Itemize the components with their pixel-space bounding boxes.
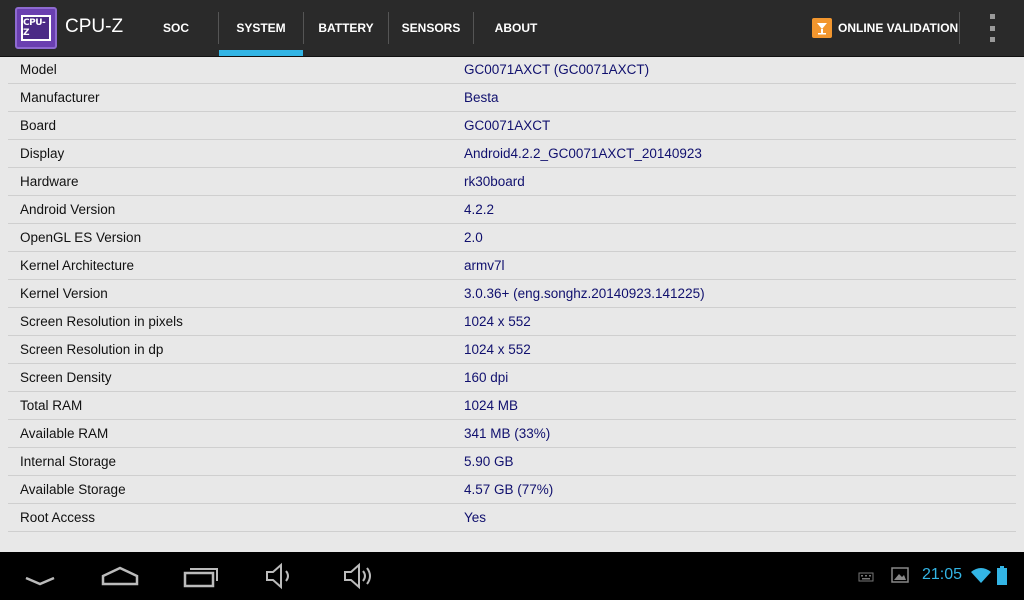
system-info-table: Model GC0071AXCT (GC0071AXCT) Manufacture… xyxy=(0,56,1024,532)
row-label: Internal Storage xyxy=(20,454,117,469)
row-label: Hardware xyxy=(20,174,79,189)
row-value: 5.90 GB xyxy=(464,454,514,469)
tab-soc[interactable]: SOC xyxy=(140,0,212,56)
app-title: CPU-Z xyxy=(65,16,124,37)
row-label: Kernel Version xyxy=(20,286,108,301)
table-row: Board GC0071AXCT xyxy=(8,112,1016,140)
row-value: 4.57 GB (77%) xyxy=(464,482,554,497)
row-value: GC0071AXCT (GC0071AXCT) xyxy=(464,62,650,77)
keyboard-icon xyxy=(858,568,874,582)
tab-battery[interactable]: BATTERY xyxy=(304,0,388,56)
row-value: Besta xyxy=(464,90,499,105)
table-row: Internal Storage 5.90 GB xyxy=(8,448,1016,476)
row-label: Model xyxy=(20,62,57,77)
battery-icon xyxy=(996,566,1008,586)
volume-up-icon[interactable] xyxy=(342,560,378,592)
table-row: Android Version 4.2.2 xyxy=(8,196,1016,224)
validation-icon xyxy=(812,18,832,38)
row-label: Kernel Architecture xyxy=(20,258,135,273)
cpu-z-logo-icon[interactable]: CPU-Z xyxy=(15,7,57,49)
row-value: GC0071AXCT xyxy=(464,118,551,133)
table-row: Available RAM 341 MB (33%) xyxy=(8,420,1016,448)
overflow-menu-icon[interactable] xyxy=(980,14,1004,42)
row-label: Available RAM xyxy=(20,426,109,441)
row-label: Available Storage xyxy=(20,482,126,497)
table-row: OpenGL ES Version 2.0 xyxy=(8,224,1016,252)
row-value: rk30board xyxy=(464,174,525,189)
row-value: Yes xyxy=(464,510,487,525)
row-value: Android4.2.2_GC0071AXCT_20140923 xyxy=(464,146,702,161)
table-row: Manufacturer Besta xyxy=(8,84,1016,112)
table-row: Display Android4.2.2_GC0071AXCT_20140923 xyxy=(8,140,1016,168)
row-value: 1024 x 552 xyxy=(464,314,531,329)
validation-label: ONLINE VALIDATION xyxy=(838,21,959,35)
row-label: Screen Resolution in pixels xyxy=(20,314,183,329)
row-value: 3.0.36+ (eng.songhz.20140923.141225) xyxy=(464,286,705,301)
row-value: 341 MB (33%) xyxy=(464,426,551,441)
row-value: 160 dpi xyxy=(464,370,509,385)
back-icon[interactable] xyxy=(22,560,58,592)
system-navigation-bar: 21:05 xyxy=(0,552,1024,600)
logo-text: CPU-Z xyxy=(21,15,51,41)
table-row: Kernel Version 3.0.36+ (eng.songhz.201409… xyxy=(8,280,1016,308)
tab-about[interactable]: ABOUT xyxy=(474,0,558,56)
row-label: Manufacturer xyxy=(20,90,100,105)
row-value: armv7l xyxy=(464,258,505,273)
table-row: Root Access Yes xyxy=(8,504,1016,532)
table-row: Kernel Architecture armv7l xyxy=(8,252,1016,280)
recent-apps-icon[interactable] xyxy=(182,560,220,592)
table-row: Available Storage 4.57 GB (77%) xyxy=(8,476,1016,504)
table-row: Total RAM 1024 MB xyxy=(8,392,1016,420)
row-label: OpenGL ES Version xyxy=(20,230,142,245)
table-row: Screen Resolution in dp 1024 x 552 xyxy=(8,336,1016,364)
table-row: Screen Density 160 dpi xyxy=(8,364,1016,392)
table-row: Hardware rk30board xyxy=(8,168,1016,196)
row-label: Screen Density xyxy=(20,370,112,385)
tab-system[interactable]: SYSTEM xyxy=(219,0,303,56)
row-label: Root Access xyxy=(20,510,96,525)
action-divider xyxy=(959,12,960,44)
home-icon[interactable] xyxy=(100,560,140,592)
action-bar: CPU-Z CPU-Z SOC SYSTEM BATTERY SENSORS A… xyxy=(0,0,1024,57)
row-label: Display xyxy=(20,146,65,161)
row-value: 1024 MB xyxy=(464,398,519,413)
row-value: 1024 x 552 xyxy=(464,342,531,357)
row-label: Total RAM xyxy=(20,398,83,413)
volume-down-icon[interactable] xyxy=(264,560,296,592)
row-value: 4.2.2 xyxy=(464,202,495,217)
online-validation-button[interactable]: ONLINE VALIDATION xyxy=(812,0,958,56)
tab-sensors[interactable]: SENSORS xyxy=(389,0,473,56)
table-row: Model GC0071AXCT (GC0071AXCT) xyxy=(8,56,1016,84)
screenshot-icon xyxy=(891,567,909,583)
status-clock: 21:05 xyxy=(922,566,963,583)
row-label: Android Version xyxy=(20,202,116,217)
row-label: Board xyxy=(20,118,57,133)
row-value: 2.0 xyxy=(464,230,483,245)
table-row: Screen Resolution in pixels 1024 x 552 xyxy=(8,308,1016,336)
wifi-icon xyxy=(970,566,992,584)
row-label: Screen Resolution in dp xyxy=(20,342,164,357)
